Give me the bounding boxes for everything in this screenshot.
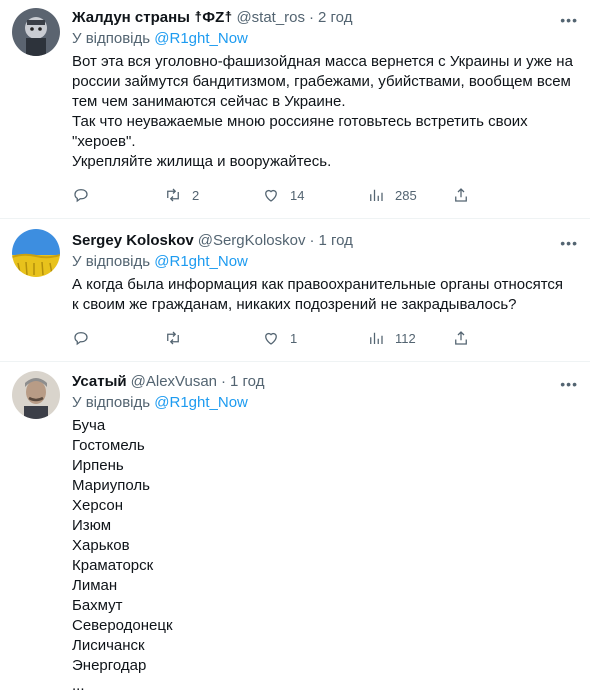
display-name[interactable]: Sergey Koloskov (72, 231, 194, 251)
tweet-text-line: Лиман (72, 577, 118, 594)
tweet-text-line: Так что неуважаемые мною россияне готовь… (72, 113, 528, 130)
reply-icon (74, 332, 88, 346)
tweet-text-line: Изюм (72, 517, 112, 534)
views-count: 112 (395, 330, 416, 346)
tweet-text-line: Вот эта вся уголовно-фашизойдная масса в… (72, 53, 573, 70)
user-handle[interactable]: @AlexVusan (131, 372, 217, 392)
share-icon (455, 188, 467, 202)
separator-dot: · (221, 373, 227, 390)
mention-link[interactable]: @R1ght_Now (154, 30, 248, 47)
tweet-text: Буча Гостомель Ирпень Мариуполь Херсон И… (72, 416, 574, 696)
separator-dot: · (309, 232, 315, 249)
replying-prefix: У відповідь (72, 394, 151, 411)
views-chart-icon (370, 189, 383, 201)
views-count: 285 (395, 187, 417, 203)
reply-button[interactable] (72, 186, 90, 204)
tweet-text-line: тем чем занимаются сейчас в Украине. (72, 93, 346, 110)
replying-to: У відповідь @R1ght_Now (72, 252, 574, 272)
timestamp[interactable]: 1 год (319, 231, 353, 251)
mention-link[interactable]: @R1ght_Now (154, 394, 248, 411)
like-count: 14 (290, 187, 305, 203)
mention-link[interactable]: @R1ght_Now (154, 253, 248, 270)
replying-to: У відповідь @R1ght_Now (72, 393, 574, 413)
tweet-text-line: Харьков (72, 537, 130, 554)
reply-button[interactable] (72, 329, 90, 347)
like-button[interactable]: 1 (262, 329, 297, 347)
user-handle[interactable]: @SergKoloskov (198, 231, 306, 251)
more-dots-icon[interactable]: ••• (560, 233, 578, 253)
tweet-text-line: Лисичанск (72, 637, 145, 654)
display-name[interactable]: Усатый (72, 372, 127, 392)
replying-prefix: У відповідь (72, 30, 151, 47)
tweet-text-line: Бахмут (72, 597, 123, 614)
tweet-text-line: Укрепляйте жилища и вооружайтесь. (72, 153, 332, 170)
reply-icon (74, 189, 88, 203)
tweet-text: А когда была информация как правоохранит… (72, 275, 574, 315)
tweet-text-line: Херсон (72, 497, 123, 514)
avatar[interactable] (12, 371, 60, 419)
tweet-text-line: Северодонецк (72, 617, 173, 634)
tweet-text-line: Энергодар (72, 657, 147, 674)
tweet[interactable]: Жалдун страны ☨ФZ☨ @stat_ros · 2 год •••… (0, 0, 590, 219)
replying-prefix: У відповідь (72, 253, 151, 270)
views-button[interactable]: 285 (367, 186, 417, 204)
like-button[interactable]: 14 (262, 186, 304, 204)
heart-icon (265, 332, 277, 345)
tweet-text-line: Краматорск (72, 557, 154, 574)
retweet-count: 2 (192, 187, 200, 203)
tweet-text-line: Мариуполь (72, 477, 150, 494)
tweet-text-line: к своим же гражданам, никаких подозрений… (72, 296, 517, 313)
tweet-text-line: А когда была информация как правоохранит… (72, 276, 564, 293)
more-dots-icon[interactable]: ••• (560, 374, 578, 394)
like-count: 1 (290, 330, 298, 346)
timestamp[interactable]: 2 год (318, 8, 352, 28)
tweet[interactable]: Усатый @AlexVusan · 1 год ••• У відповід… (0, 362, 590, 700)
tweet-text: Вот эта вся уголовно-фашизойдная масса в… (72, 52, 574, 172)
tweet-text-line: Буча (72, 417, 106, 434)
heart-icon (265, 189, 277, 202)
avatar[interactable] (12, 8, 60, 56)
replying-to: У відповідь @R1ght_Now (72, 29, 574, 49)
display-name[interactable]: Жалдун страны ☨ФZ☨ (72, 8, 232, 28)
views-button[interactable]: 112 (367, 329, 416, 347)
tweet-text-line: "хероев". (72, 133, 136, 150)
separator-dot: · (309, 9, 315, 26)
tweet-text-line: Гостомель (72, 437, 145, 454)
share-icon (455, 331, 467, 345)
more-dots-icon[interactable]: ••• (560, 10, 578, 30)
tweet-text-line: ... (72, 677, 85, 694)
user-handle[interactable]: @stat_ros (236, 8, 305, 28)
tweet-text-line: Ирпень (72, 457, 124, 474)
share-button[interactable] (452, 329, 470, 347)
retweet-icon (167, 188, 179, 202)
share-button[interactable] (452, 186, 470, 204)
retweet-button[interactable]: 2 (164, 186, 199, 204)
avatar[interactable] (12, 229, 60, 277)
timestamp[interactable]: 1 год (230, 372, 264, 392)
tweet[interactable]: Sergey Koloskov @SergKoloskov · 1 год ••… (0, 219, 590, 362)
retweet-button[interactable] (164, 329, 182, 347)
views-chart-icon (370, 332, 383, 344)
retweet-icon (167, 331, 179, 345)
tweet-text-line: россии займутся бандитизмом, грабежами, … (72, 73, 571, 90)
